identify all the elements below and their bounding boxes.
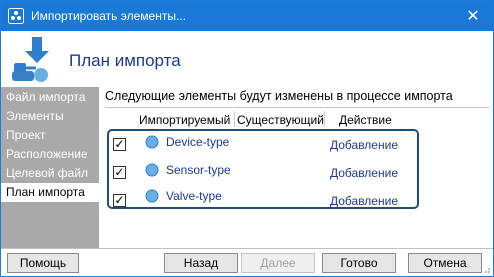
title-bar[interactable]: Импортировать элементы... ✕ [1, 1, 493, 31]
finish-button[interactable]: Готово [322, 253, 396, 273]
row-imported-name: Sensor-type [166, 163, 231, 177]
app-icon [8, 8, 24, 24]
element-type-icon [145, 163, 159, 177]
column-header-existing[interactable]: Существующий [237, 113, 324, 127]
row-action: Добавление [330, 138, 398, 152]
sidebar-item-import-plan[interactable]: План импорта [1, 183, 99, 202]
sidebar-item-elements[interactable]: Элементы [1, 107, 99, 126]
row-checkbox[interactable]: ✓ [113, 166, 126, 179]
section-heading: Следующие элементы будут изменены в проц… [105, 89, 453, 103]
footer-divider [1, 248, 493, 249]
close-icon: ✕ [466, 8, 480, 25]
sidebar-item-import-file[interactable]: Файл импорта [1, 88, 99, 107]
sidebar-item-target-file[interactable]: Целевой файл [1, 164, 99, 183]
close-button[interactable]: ✕ [453, 1, 493, 31]
page-title: План импорта [69, 51, 181, 70]
help-button[interactable]: Помощь [7, 253, 79, 273]
column-divider [234, 111, 235, 127]
import-dialog: Импортировать элементы... ✕ План импорта… [0, 0, 494, 277]
row-imported-name: Valve-type [166, 189, 222, 203]
back-button[interactable]: Назад [164, 253, 238, 273]
cancel-button[interactable]: Отмена [408, 253, 482, 273]
wizard-steps-sidebar: Файл импорта Элементы Проект Расположени… [1, 87, 99, 248]
element-type-icon [145, 135, 159, 149]
import-icon [12, 37, 49, 82]
row-action: Добавление [330, 166, 398, 180]
window-title: Импортировать элементы... [31, 9, 186, 23]
column-header-action[interactable]: Действие [339, 113, 392, 127]
next-button[interactable]: Далее [241, 253, 315, 273]
sidebar-item-location[interactable]: Расположение [1, 145, 99, 164]
row-checkbox[interactable]: ✓ [113, 194, 126, 207]
heading-divider [105, 107, 489, 108]
sidebar-item-project[interactable]: Проект [1, 126, 99, 145]
wizard-header: План импорта [1, 31, 493, 87]
column-header-imported[interactable]: Импортируемый [139, 113, 230, 127]
column-divider [324, 111, 325, 127]
resize-grip-icon[interactable] [483, 266, 491, 274]
element-type-icon [145, 189, 159, 203]
row-imported-name: Device-type [166, 135, 230, 149]
row-action: Добавление [330, 194, 398, 208]
row-checkbox[interactable]: ✓ [113, 138, 126, 151]
